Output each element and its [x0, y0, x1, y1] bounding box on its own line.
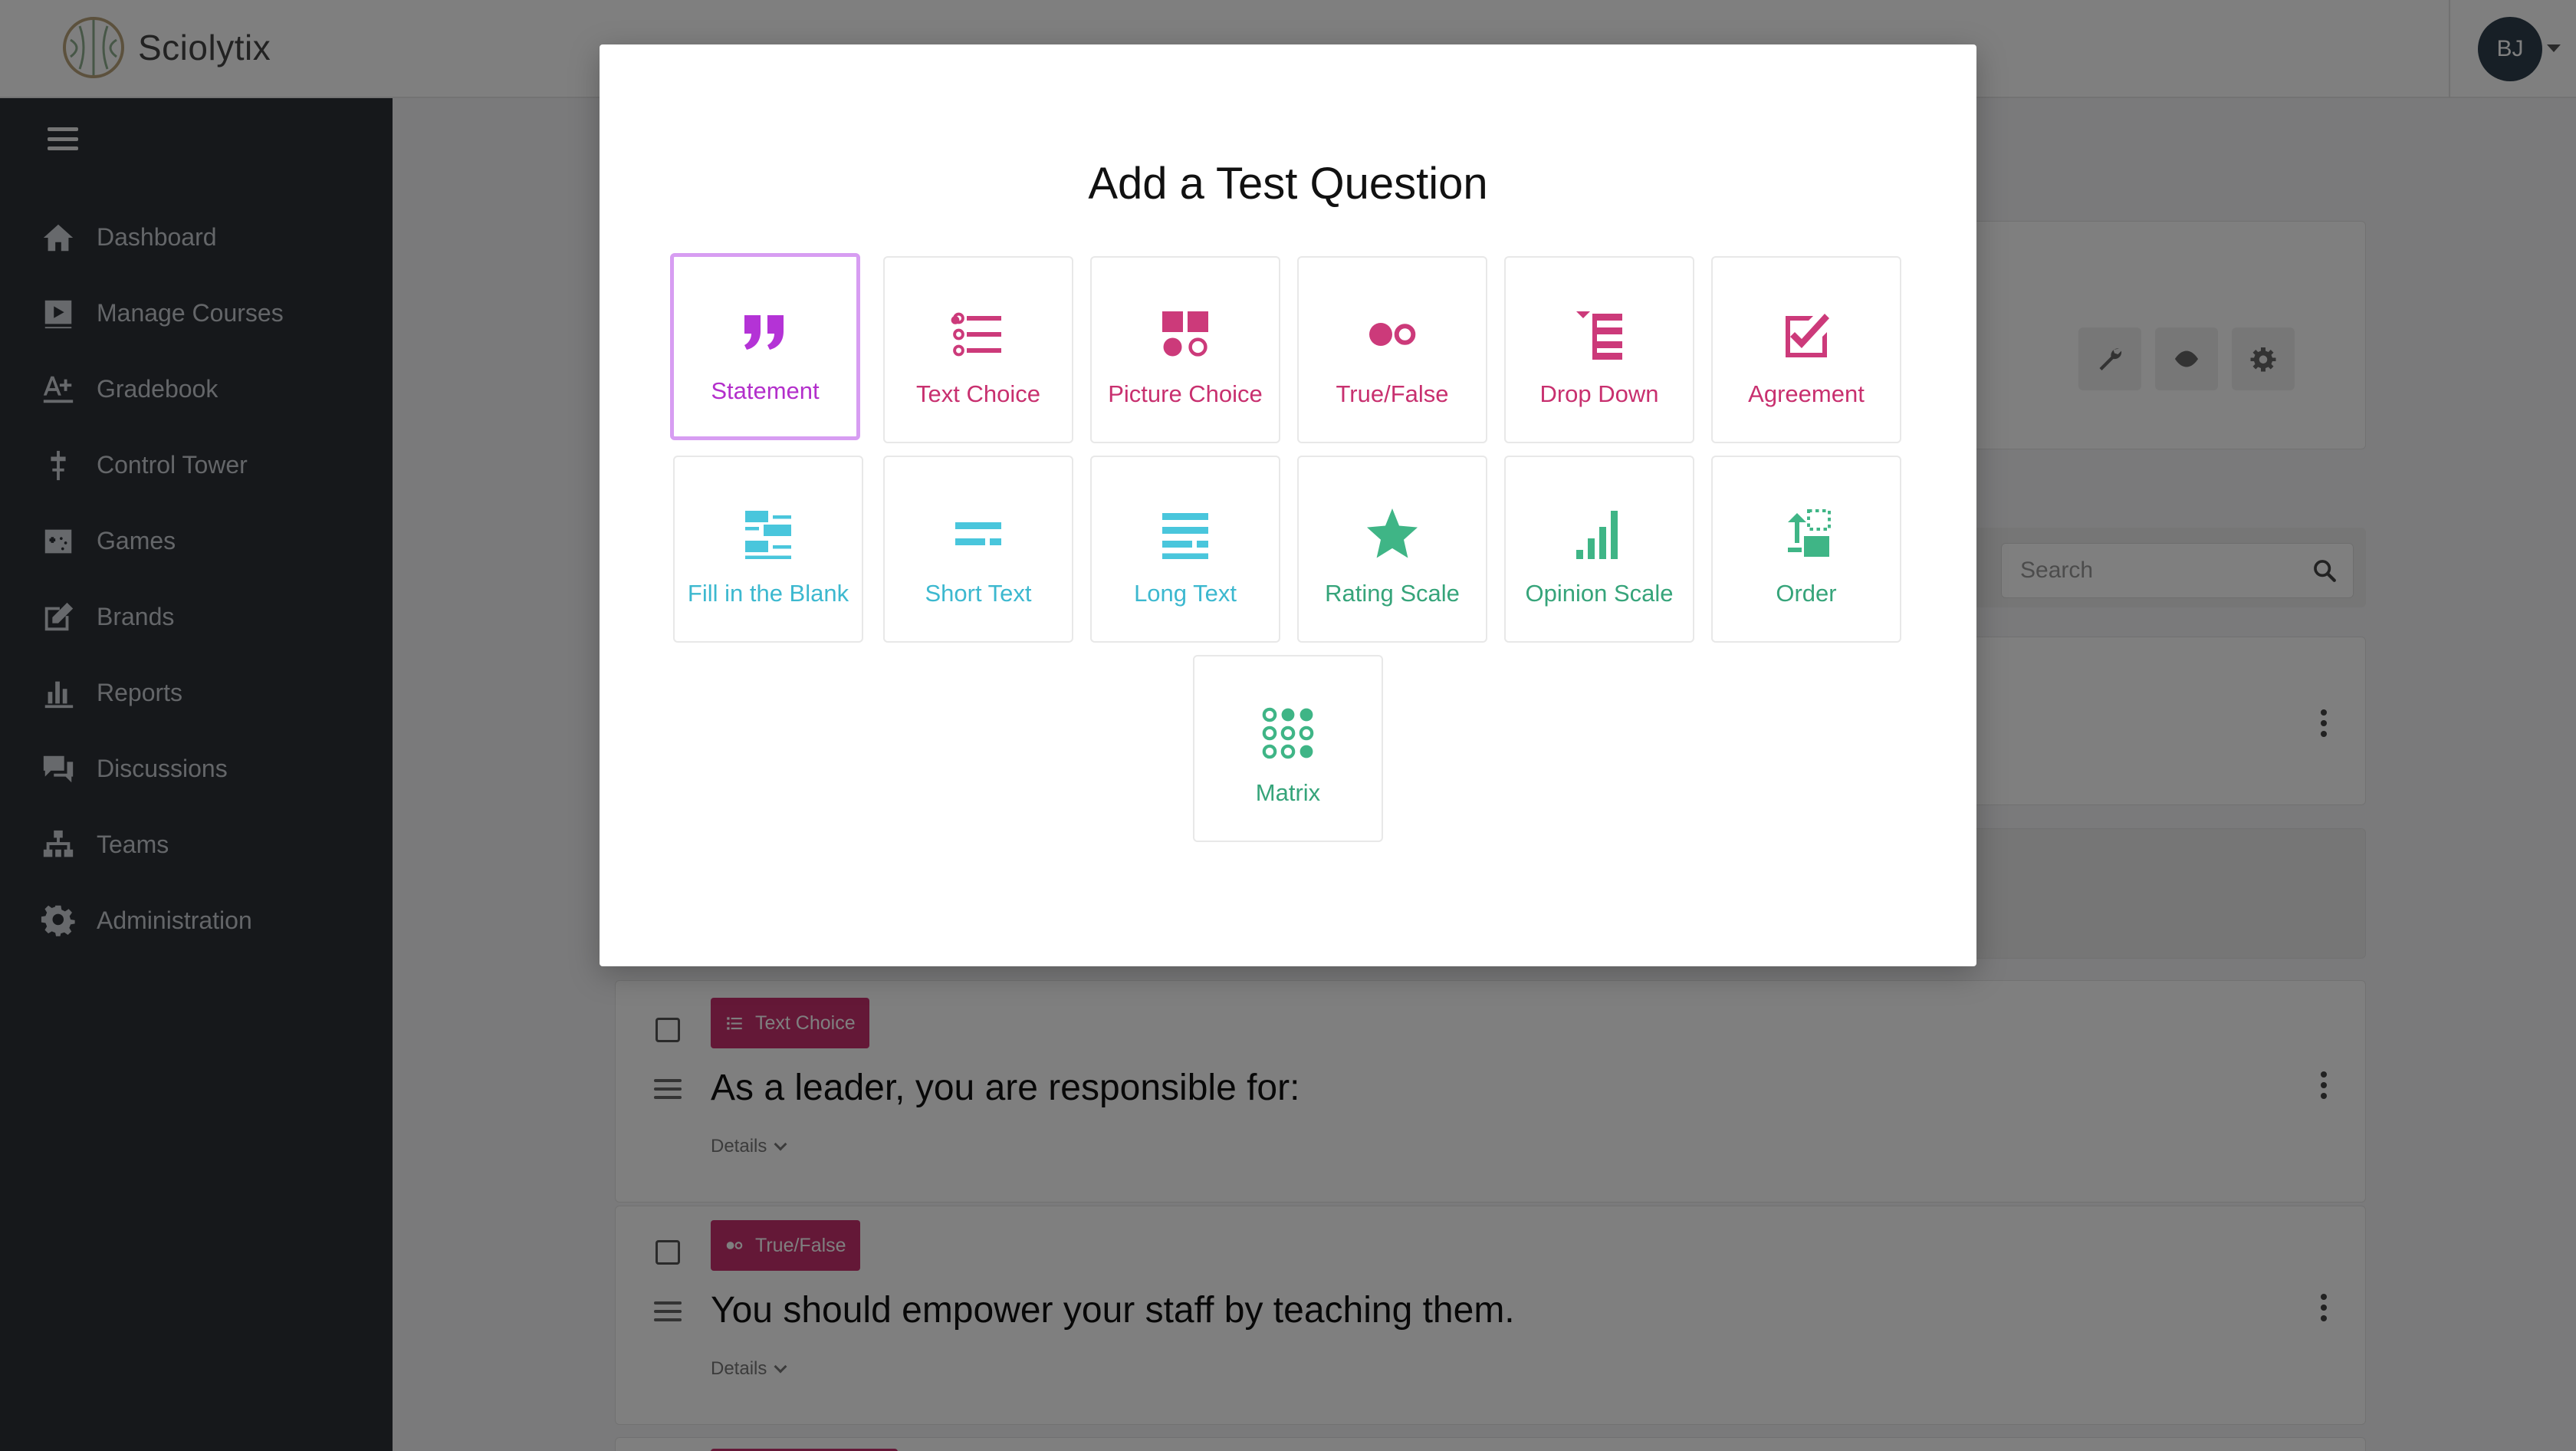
question-type-picture-choice[interactable]: Picture Choice: [1090, 256, 1280, 443]
tile-label: Matrix: [1255, 779, 1321, 806]
picture-choice-icon: [1162, 311, 1208, 357]
add-question-modal: Add a Test Question Statement Text Choic…: [600, 44, 1976, 966]
dropdown-list-icon: [1576, 311, 1622, 360]
tile-label: Order: [1776, 580, 1837, 607]
question-type-agreement[interactable]: Agreement: [1711, 256, 1901, 443]
toggle-dots-icon: [1369, 323, 1416, 346]
tile-label: Opinion Scale: [1525, 580, 1674, 607]
tile-label: Picture Choice: [1108, 380, 1263, 407]
question-type-matrix[interactable]: Matrix: [1193, 655, 1383, 842]
question-type-rating-scale[interactable]: Rating Scale: [1297, 456, 1487, 643]
tile-label: Rating Scale: [1325, 580, 1460, 607]
tile-label: Fill in the Blank: [687, 580, 849, 607]
tile-label: Drop Down: [1539, 380, 1659, 407]
list-icon: [951, 312, 1001, 357]
question-type-long-text[interactable]: Long Text: [1090, 456, 1280, 643]
tile-label: Agreement: [1748, 380, 1865, 407]
question-type-order[interactable]: Order: [1711, 456, 1901, 643]
tile-label: Text Choice: [916, 380, 1040, 407]
short-text-icon: [955, 522, 1001, 545]
matrix-dots-icon: [1262, 707, 1314, 759]
question-type-opinion-scale[interactable]: Opinion Scale: [1504, 456, 1694, 643]
tile-label: Statement: [711, 377, 820, 404]
star-icon: [1367, 508, 1418, 558]
question-type-drop-down[interactable]: Drop Down: [1504, 256, 1694, 443]
order-icon: [1788, 509, 1831, 557]
fill-blank-icon: [745, 511, 791, 559]
checkbox-check-icon: [1786, 314, 1829, 357]
long-text-icon: [1162, 513, 1208, 559]
tile-label: Short Text: [925, 580, 1032, 607]
question-type-short-text[interactable]: Short Text: [883, 456, 1073, 643]
tile-label: True/False: [1336, 380, 1449, 407]
modal-title: Add a Test Question: [1088, 159, 1488, 209]
quote-icon: [744, 315, 784, 350]
signal-bars-icon: [1576, 511, 1618, 559]
question-type-text-choice[interactable]: Text Choice: [883, 256, 1073, 443]
question-type-fill-in-the-blank[interactable]: Fill in the Blank: [673, 456, 863, 643]
question-type-true-false[interactable]: True/False: [1297, 256, 1487, 443]
tile-label: Long Text: [1134, 580, 1237, 607]
question-type-statement[interactable]: Statement: [670, 253, 860, 440]
